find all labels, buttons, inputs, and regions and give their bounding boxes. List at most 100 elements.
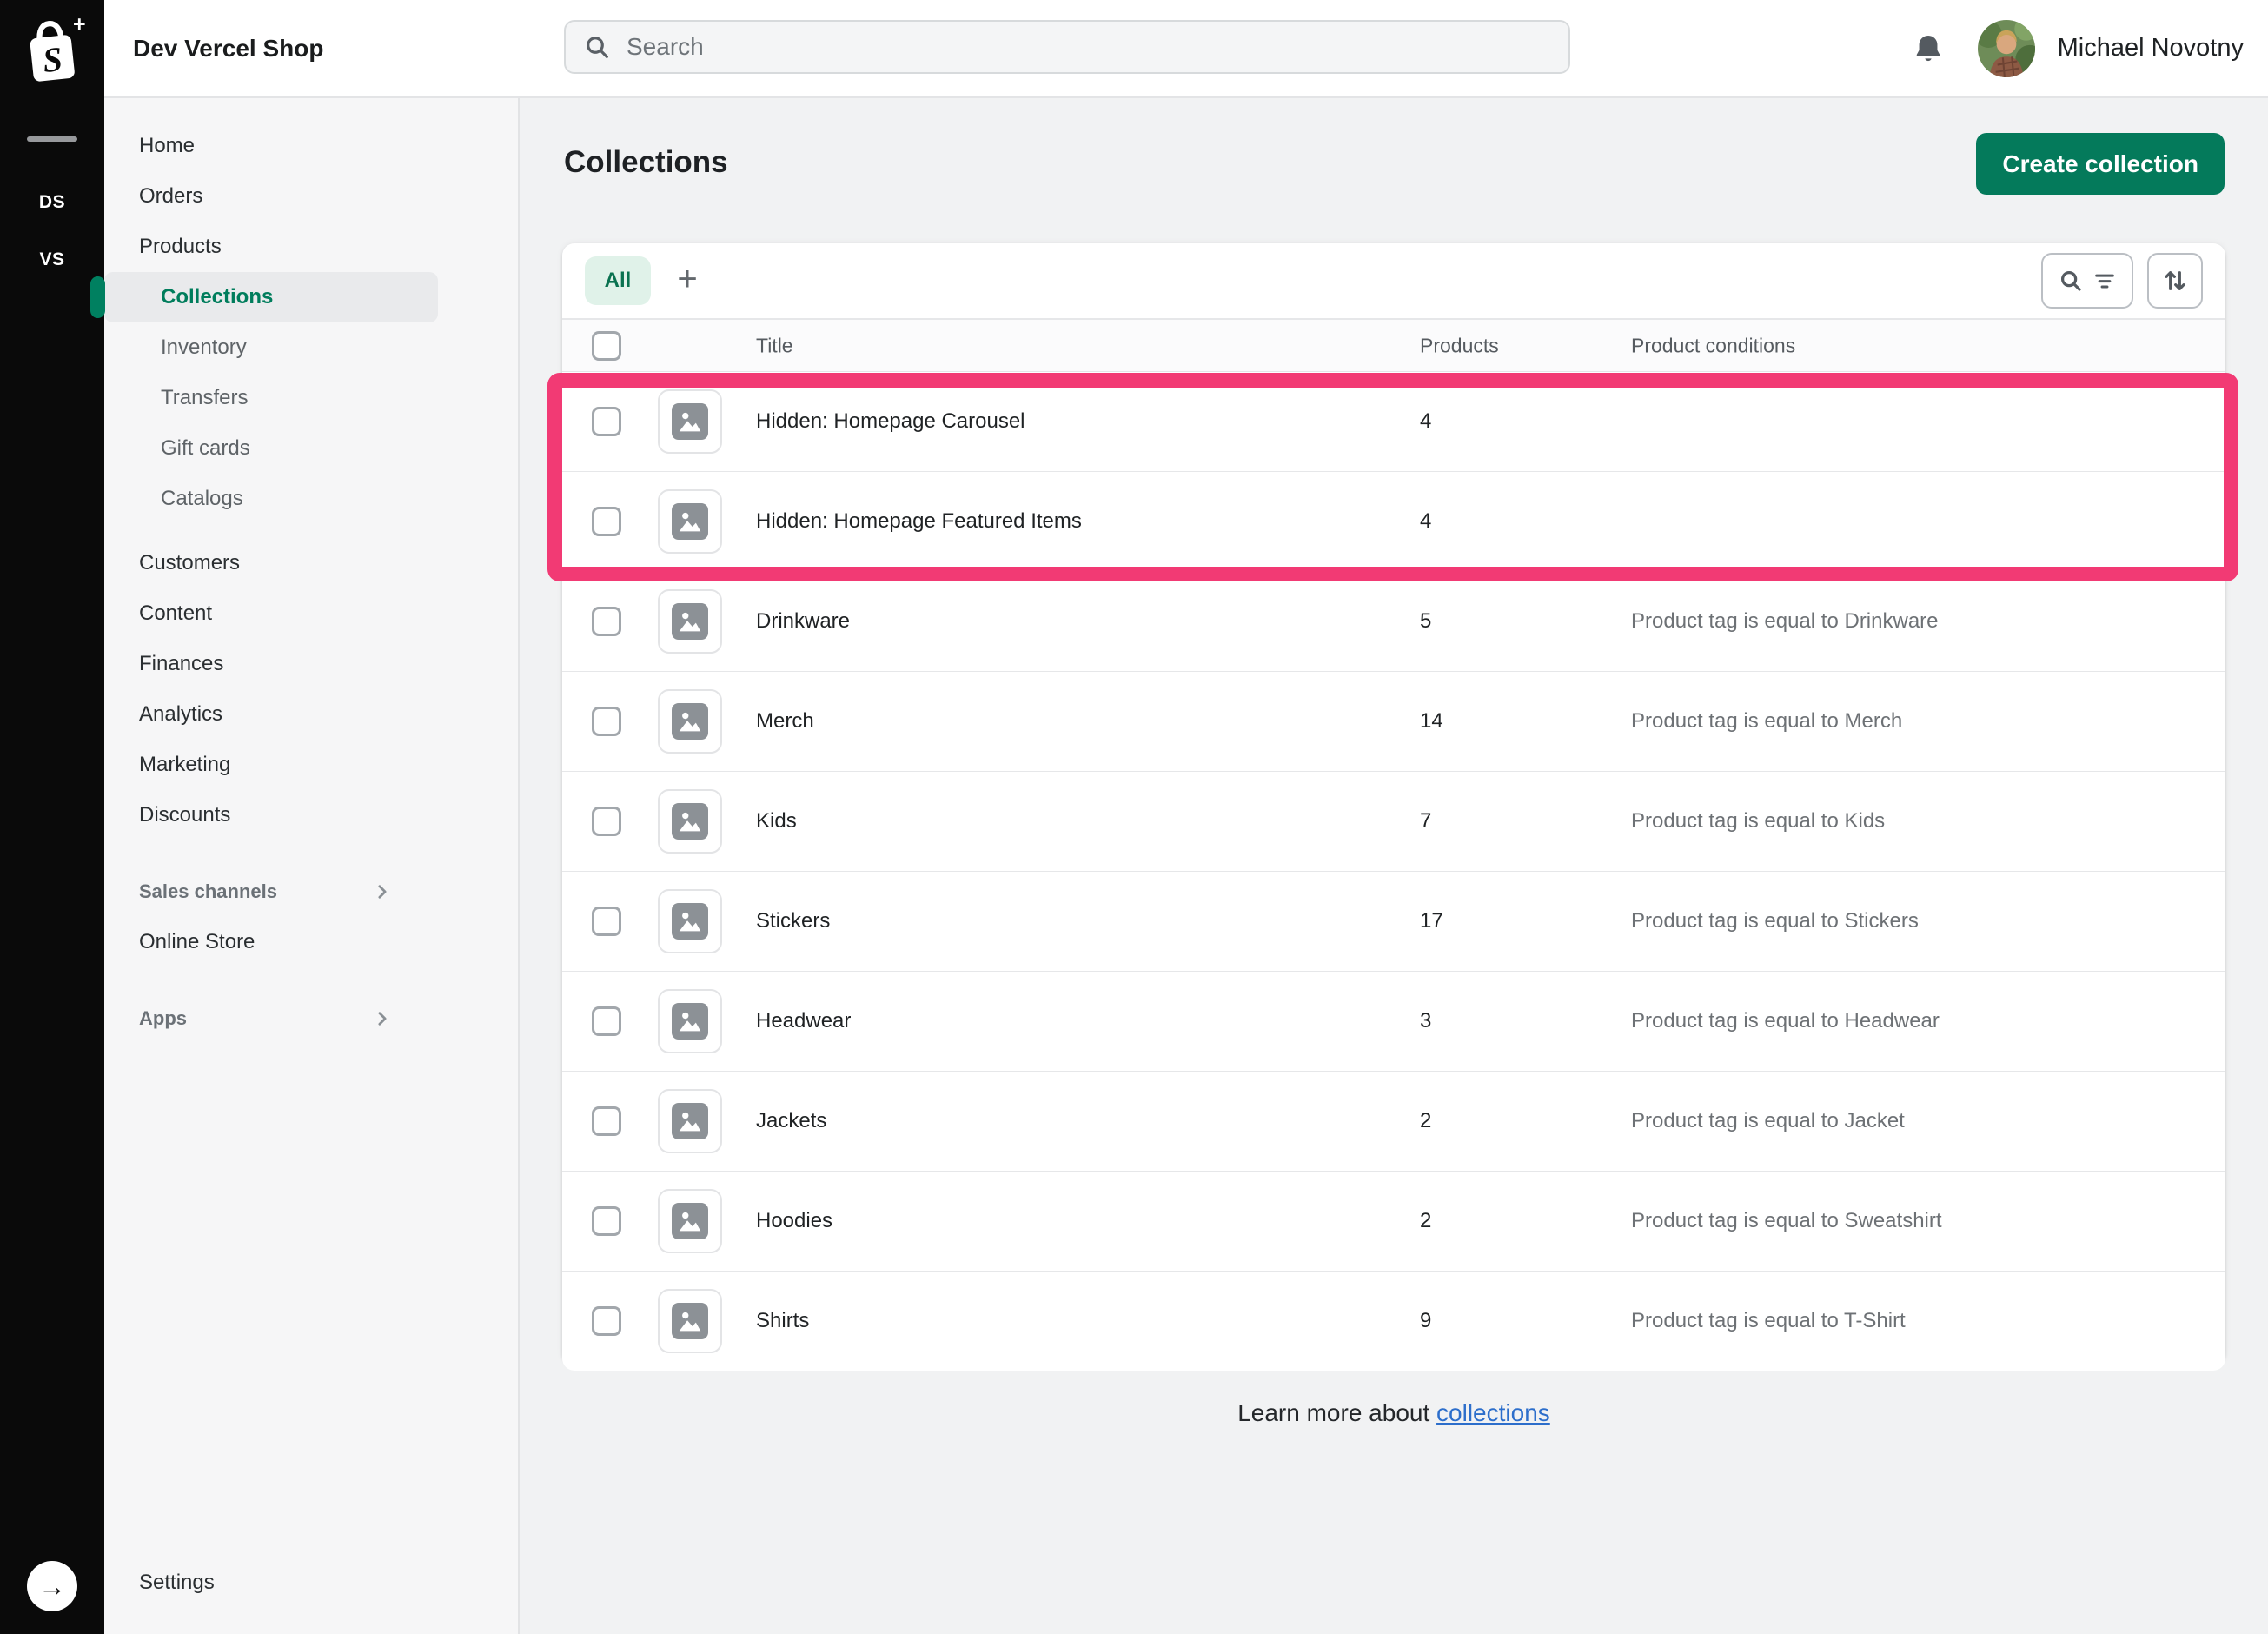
table-row[interactable]: Drinkware 5 Product tag is equal to Drin…: [562, 572, 2225, 672]
shop-switcher-ds[interactable]: DS: [0, 191, 104, 214]
sales-channels-label: Sales channels: [139, 880, 277, 903]
expand-rail-button[interactable]: →: [27, 1561, 77, 1611]
sidebar-item-online-store[interactable]: Online Store: [104, 917, 438, 967]
row-checkbox[interactable]: [592, 507, 621, 536]
collections-help-link[interactable]: collections: [1436, 1399, 1550, 1426]
search-icon: [583, 33, 611, 61]
collection-title[interactable]: Hidden: Homepage Featured Items: [756, 509, 1082, 534]
sidebar-item-inventory[interactable]: Inventory: [104, 322, 438, 373]
row-checkbox[interactable]: [592, 807, 621, 836]
topbar-actions: Michael Novotny: [1912, 20, 2244, 77]
collection-thumbnail: [658, 1089, 722, 1153]
tab-all[interactable]: All: [585, 256, 651, 305]
collection-title[interactable]: Hoodies: [756, 1209, 832, 1233]
chevron-right-icon: [374, 1010, 391, 1027]
product-conditions: Product tag is equal to Sweatshirt: [1631, 1209, 1942, 1233]
products-count: 3: [1420, 1009, 1431, 1033]
products-count: 5: [1420, 609, 1431, 634]
sidebar-item-home[interactable]: Home: [104, 121, 438, 171]
row-checkbox[interactable]: [592, 1306, 621, 1336]
sidebar-item-finances[interactable]: Finances: [104, 639, 438, 689]
collection-title[interactable]: Stickers: [756, 909, 830, 933]
image-placeholder-icon: [672, 1303, 708, 1339]
collection-title[interactable]: Drinkware: [756, 609, 850, 634]
search-icon: [2058, 268, 2084, 294]
table-row[interactable]: Merch 14 Product tag is equal to Merch: [562, 672, 2225, 772]
sidebar-item-products[interactable]: Products: [104, 222, 438, 272]
sidebar-item-collections[interactable]: Collections: [104, 272, 438, 322]
collection-title[interactable]: Headwear: [756, 1009, 851, 1033]
sidebar-item-customers[interactable]: Customers: [104, 538, 438, 588]
product-conditions: Product tag is equal to Jacket: [1631, 1109, 1905, 1133]
sidebar-item-discounts[interactable]: Discounts: [104, 790, 438, 840]
add-view-button[interactable]: +: [663, 256, 712, 305]
shop-name: Dev Vercel Shop: [133, 35, 323, 63]
avatar-photo: [1978, 20, 2035, 77]
column-header-title[interactable]: Title: [756, 334, 793, 357]
sidebar-item-catalogs[interactable]: Catalogs: [104, 474, 438, 524]
table-row[interactable]: Hoodies 2 Product tag is equal to Sweats…: [562, 1172, 2225, 1272]
top-bar: Dev Vercel Shop: [104, 0, 2268, 98]
collection-thumbnail: [658, 1189, 722, 1253]
collection-title[interactable]: Jackets: [756, 1109, 826, 1133]
table-header: Title Products Product conditions: [562, 320, 2225, 372]
column-header-product-conditions[interactable]: Product conditions: [1631, 334, 1795, 357]
table-row[interactable]: Jackets 2 Product tag is equal to Jacket: [562, 1072, 2225, 1172]
select-all-checkbox[interactable]: [592, 331, 621, 361]
sidebar-item-settings[interactable]: Settings: [104, 1558, 358, 1608]
table-row[interactable]: Shirts 9 Product tag is equal to T-Shirt: [562, 1272, 2225, 1371]
row-checkbox[interactable]: [592, 1006, 621, 1036]
sidebar-item-gift-cards[interactable]: Gift cards: [104, 423, 438, 474]
collection-title[interactable]: Kids: [756, 809, 797, 834]
sidebar-section-apps[interactable]: Apps: [104, 993, 438, 1044]
products-count: 2: [1420, 1109, 1431, 1133]
collection-title[interactable]: Merch: [756, 709, 814, 734]
sidebar-section-sales-channels[interactable]: Sales channels: [104, 867, 438, 917]
collection-title[interactable]: Hidden: Homepage Carousel: [756, 409, 1025, 434]
search-bar[interactable]: [564, 20, 1570, 74]
search-input[interactable]: [625, 32, 1551, 62]
image-placeholder-icon: [672, 703, 708, 740]
create-collection-button[interactable]: Create collection: [1976, 133, 2225, 195]
search-and-filter-button[interactable]: [2041, 253, 2133, 309]
product-conditions: Product tag is equal to T-Shirt: [1631, 1309, 1906, 1333]
products-count: 7: [1420, 809, 1431, 834]
shopify-logo[interactable]: S +: [0, 0, 104, 98]
sidebar-item-analytics[interactable]: Analytics: [104, 689, 438, 740]
forward-arrow-icon: →: [38, 1572, 66, 1600]
products-count: 2: [1420, 1209, 1431, 1233]
sidebar-item-marketing[interactable]: Marketing: [104, 740, 438, 790]
sort-icon: [2161, 267, 2189, 295]
user-menu[interactable]: Michael Novotny: [1978, 20, 2244, 77]
table-row[interactable]: Stickers 17 Product tag is equal to Stic…: [562, 872, 2225, 972]
row-checkbox[interactable]: [592, 607, 621, 636]
row-checkbox[interactable]: [592, 1206, 621, 1236]
shopify-bag-icon: S +: [17, 15, 87, 84]
svg-text:S: S: [41, 38, 64, 79]
row-checkbox[interactable]: [592, 1106, 621, 1136]
image-placeholder-icon: [672, 803, 708, 840]
row-checkbox[interactable]: [592, 907, 621, 936]
collection-title[interactable]: Shirts: [756, 1309, 809, 1333]
footer-text: Learn more about: [1237, 1399, 1429, 1426]
table-row[interactable]: Hidden: Homepage Featured Items 4: [562, 472, 2225, 572]
image-placeholder-icon: [672, 903, 708, 940]
collections-index-card: All +: [562, 243, 2225, 1365]
table-row[interactable]: Kids 7 Product tag is equal to Kids: [562, 772, 2225, 872]
row-checkbox[interactable]: [592, 707, 621, 736]
column-header-products[interactable]: Products: [1420, 334, 1499, 357]
sort-button[interactable]: [2147, 253, 2203, 309]
product-conditions: Product tag is equal to Merch: [1631, 709, 1902, 734]
table-row[interactable]: Hidden: Homepage Carousel 4: [562, 372, 2225, 472]
products-count: 14: [1420, 709, 1443, 734]
shop-switcher-vs[interactable]: VS: [0, 249, 104, 271]
sidebar-item-content[interactable]: Content: [104, 588, 438, 639]
sidebar-item-transfers[interactable]: Transfers: [104, 373, 438, 423]
sidebar-item-orders[interactable]: Orders: [104, 171, 438, 222]
product-conditions: Product tag is equal to Stickers: [1631, 909, 1919, 933]
notifications-button[interactable]: [1912, 32, 1945, 65]
table-row[interactable]: Headwear 3 Product tag is equal to Headw…: [562, 972, 2225, 1072]
row-checkbox[interactable]: [592, 407, 621, 436]
collection-thumbnail: [658, 789, 722, 854]
bell-icon: [1912, 32, 1945, 65]
